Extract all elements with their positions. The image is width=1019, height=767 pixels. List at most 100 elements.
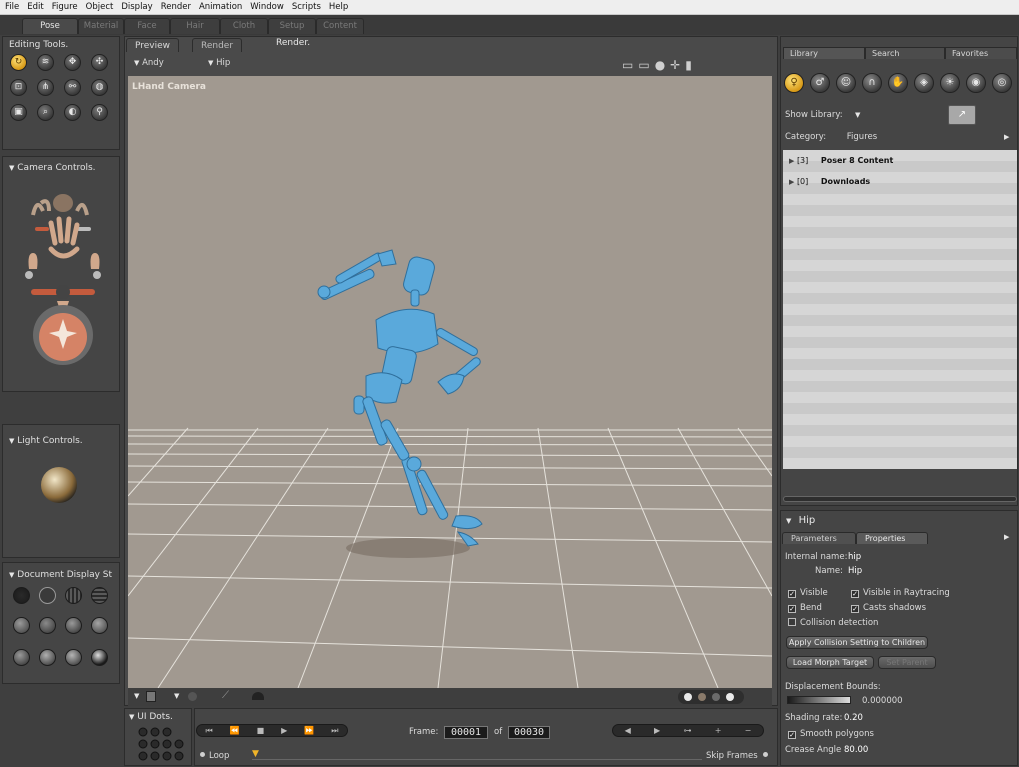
prev-key-icon[interactable]: ◀: [625, 726, 631, 735]
chain-break-icon[interactable]: ⚯: [64, 79, 81, 96]
camera-view-icon[interactable]: ▭: [622, 58, 638, 72]
color-icon[interactable]: ◍: [91, 79, 108, 96]
set-parent-button[interactable]: Set Parent: [878, 656, 936, 669]
translate-icon[interactable]: ✥: [64, 54, 81, 71]
slider-icon[interactable]: ▮: [685, 58, 697, 72]
outline-style-icon[interactable]: [39, 587, 56, 604]
tab-face[interactable]: Face: [124, 18, 170, 34]
collapse-triangle-icon[interactable]: ▼: [129, 713, 134, 721]
tab-hair[interactable]: Hair: [170, 18, 220, 34]
menu-figure[interactable]: Figure: [52, 2, 78, 12]
sphere-icon[interactable]: ●: [655, 58, 670, 72]
view-magnifier-icon[interactable]: ⌕: [37, 104, 54, 121]
light-sphere-icon[interactable]: [41, 467, 77, 503]
chevron-down-icon[interactable]: ▼: [174, 692, 179, 700]
camera-controls-widget[interactable]: [11, 185, 115, 375]
morphing-icon[interactable]: ◐: [64, 104, 81, 121]
panel-menu-icon[interactable]: ▶: [1004, 533, 1009, 541]
tab-setup[interactable]: Setup: [268, 18, 316, 34]
last-frame-icon[interactable]: ⏭: [331, 726, 338, 736]
cartoon-lined-style-icon[interactable]: [13, 649, 30, 666]
ui-dots-grid[interactable]: [137, 726, 185, 764]
shadow-icon[interactable]: ⟋: [222, 690, 229, 701]
smooth-shaded-style-icon[interactable]: [39, 649, 56, 666]
poses-icon[interactable]: ♂: [810, 73, 830, 93]
render-button[interactable]: Render.: [276, 38, 310, 48]
tab-favorites[interactable]: Favorites: [945, 47, 1017, 59]
panel-menu-icon[interactable]: ▶: [1004, 133, 1009, 141]
chevron-down-icon[interactable]: ▼: [855, 111, 860, 119]
key-icon[interactable]: ⊶: [683, 726, 691, 735]
view-dot-icon[interactable]: [698, 693, 706, 701]
cameras-icon[interactable]: ◉: [966, 73, 986, 93]
expression-icon[interactable]: ☺: [836, 73, 856, 93]
frame-input[interactable]: 00001: [444, 726, 488, 739]
view-dot-icon[interactable]: [712, 693, 720, 701]
hands-icon[interactable]: ✋: [888, 73, 908, 93]
materials-icon[interactable]: ◎: [992, 73, 1012, 93]
library-scrollbar[interactable]: [783, 496, 1017, 502]
lights-icon[interactable]: ☀: [940, 73, 960, 93]
tab-parameters[interactable]: Parameters: [782, 532, 856, 544]
displacement-value[interactable]: 0.000000: [862, 696, 903, 706]
props-icon[interactable]: ◈: [914, 73, 934, 93]
figures-icon[interactable]: ♀: [784, 73, 804, 93]
visible-checkbox[interactable]: ✓ Visible: [788, 588, 828, 598]
grouping-icon[interactable]: ▣: [10, 104, 27, 121]
menu-render[interactable]: Render: [161, 2, 191, 12]
shadow-color-icon[interactable]: [188, 692, 197, 701]
actor-select[interactable]: ▼ Hip: [208, 58, 230, 68]
list-item[interactable]: ▶ [3] Poser 8 Content: [789, 156, 893, 165]
twist-icon[interactable]: ≋: [37, 54, 54, 71]
tab-content[interactable]: Content: [316, 18, 364, 34]
cartoon-style-icon[interactable]: [91, 617, 108, 634]
viewport[interactable]: LHand Camera: [128, 76, 772, 688]
tab-search[interactable]: Search: [865, 47, 945, 59]
collision-checkbox[interactable]: Collision detection: [788, 618, 878, 628]
lit-wireframe-style-icon[interactable]: [13, 617, 30, 634]
menu-display[interactable]: Display: [121, 2, 152, 12]
rotate-icon[interactable]: ↻: [10, 54, 27, 71]
wireframe-style-icon[interactable]: [65, 587, 82, 604]
tab-properties[interactable]: Properties: [856, 532, 928, 544]
next-key-icon[interactable]: ▶: [654, 726, 660, 735]
casts-shadows-checkbox[interactable]: ✓ Casts shadows: [851, 603, 926, 613]
tab-material[interactable]: Material: [78, 18, 124, 34]
visible-raytracing-checkbox[interactable]: ✓ Visible in Raytracing: [851, 588, 950, 598]
menu-scripts[interactable]: Scripts: [292, 2, 321, 12]
apply-collision-button[interactable]: Apply Collision Setting to Children: [786, 636, 928, 649]
expand-icon[interactable]: ▶: [789, 157, 794, 165]
folder-icon[interactable]: ↗: [948, 105, 976, 125]
ground-icon[interactable]: [252, 692, 264, 700]
bend-checkbox[interactable]: ✓ Bend: [788, 603, 822, 613]
menu-file[interactable]: File: [5, 2, 19, 12]
translate-in-out-icon[interactable]: ✣: [91, 54, 108, 71]
tab-cloth[interactable]: Cloth: [220, 18, 268, 34]
menu-edit[interactable]: Edit: [27, 2, 43, 12]
stop-icon[interactable]: ■: [257, 726, 265, 735]
collapse-triangle-icon[interactable]: ▼: [786, 517, 791, 525]
menu-help[interactable]: Help: [329, 2, 348, 12]
total-frames-input[interactable]: 00030: [508, 726, 550, 739]
tab-pose[interactable]: Pose: [22, 18, 78, 34]
silhouette-style-icon[interactable]: [13, 587, 30, 604]
hair-icon[interactable]: ∩: [862, 73, 882, 93]
chevron-down-icon[interactable]: ▼: [134, 692, 139, 700]
load-morph-target-button[interactable]: Load Morph Target: [786, 656, 874, 669]
collapse-triangle-icon[interactable]: ▼: [9, 437, 14, 445]
direct-manipulation-icon[interactable]: ⚲: [91, 104, 108, 121]
add-key-icon[interactable]: +: [715, 726, 722, 735]
play-icon[interactable]: ▶: [281, 726, 287, 735]
collapse-triangle-icon[interactable]: ▼: [9, 571, 14, 579]
menu-object[interactable]: Object: [86, 2, 114, 12]
expand-icon[interactable]: ▶: [789, 178, 794, 186]
list-item[interactable]: ▶ [0] Downloads: [789, 177, 870, 186]
displacement-slider[interactable]: [787, 696, 851, 704]
smooth-lined-style-icon[interactable]: [65, 649, 82, 666]
taper-icon[interactable]: ⋔: [37, 79, 54, 96]
hidden-line-style-icon[interactable]: [91, 587, 108, 604]
view-dot-icon[interactable]: [726, 693, 734, 701]
prev-frame-icon[interactable]: ⏪: [230, 726, 240, 735]
tab-preview[interactable]: Preview: [126, 38, 180, 52]
smooth-polygons-checkbox[interactable]: ✓ Smooth polygons: [788, 729, 874, 739]
